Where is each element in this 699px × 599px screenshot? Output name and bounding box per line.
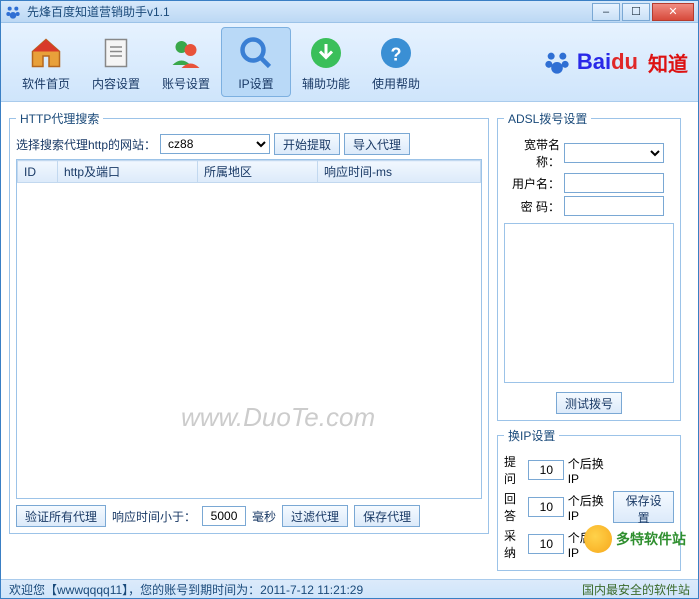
a-suffix: 个后换IP	[568, 492, 609, 523]
ip-change-legend: 换IP设置	[504, 427, 559, 444]
maximize-button[interactable]: ☐	[622, 3, 650, 21]
c-input[interactable]	[528, 534, 564, 554]
brand-du: du	[611, 49, 638, 74]
tab-ip-label: IP设置	[238, 75, 273, 92]
col-region[interactable]: 所属地区	[198, 161, 318, 183]
users-icon	[166, 33, 206, 73]
proxy-table[interactable]: ID http及端口 所属地区 响应时间-ms	[16, 159, 482, 499]
pass-label: 密 码：	[504, 198, 560, 215]
home-icon	[26, 33, 66, 73]
http-proxy-group: HTTP代理搜索 选择搜索代理http的网站： cz88 开始提取 导入代理 I…	[9, 110, 489, 534]
tab-home[interactable]: 软件首页	[11, 27, 81, 97]
help-icon: ?	[376, 33, 416, 73]
start-extract-button[interactable]: 开始提取	[274, 133, 340, 155]
tab-account-label: 账号设置	[162, 75, 210, 92]
svg-text:?: ?	[391, 44, 402, 64]
save-settings-button[interactable]: 保存设置	[613, 491, 674, 523]
site-select[interactable]: cz88	[160, 134, 270, 154]
statusbar: 欢迎您【wwwqqqq11】，您的账号到期时间为：2011-7-12 11:21…	[1, 579, 698, 598]
tab-home-label: 软件首页	[22, 75, 70, 92]
tab-ip[interactable]: IP设置	[221, 27, 291, 97]
content-area: HTTP代理搜索 选择搜索代理http的网站： cz88 开始提取 导入代理 I…	[1, 102, 698, 579]
app-window: 先烽百度知道营销助手v1.1 – ☐ ✕ 软件首页 内容设置 账号设置 IP设置…	[0, 0, 699, 599]
user-input[interactable]	[564, 173, 664, 193]
baidu-paw-icon	[543, 48, 571, 76]
q-input[interactable]	[528, 460, 564, 480]
window-buttons: – ☐ ✕	[592, 3, 694, 21]
close-button[interactable]: ✕	[652, 3, 694, 21]
tab-help[interactable]: ? 使用帮助	[361, 27, 431, 97]
col-http[interactable]: http及端口	[58, 161, 198, 183]
http-proxy-legend: HTTP代理搜索	[16, 110, 103, 127]
brand-bai: Bai	[577, 49, 611, 74]
q-suffix: 个后换IP	[568, 455, 609, 486]
filter-proxy-button[interactable]: 过滤代理	[282, 505, 348, 527]
adsl-log[interactable]	[504, 223, 674, 383]
tab-content-label: 内容设置	[92, 75, 140, 92]
a-input[interactable]	[528, 497, 564, 517]
q-label: 提问	[504, 453, 525, 487]
tab-aux-label: 辅助功能	[302, 75, 350, 92]
document-icon	[96, 33, 136, 73]
save-proxy-button[interactable]: 保存代理	[354, 505, 420, 527]
c-label: 采纳	[504, 527, 525, 561]
import-proxy-button[interactable]: 导入代理	[344, 133, 410, 155]
adsl-group: ADSL拨号设置 宽带名称： 用户名： 密 码： 测试拨号	[497, 110, 681, 421]
duote-text: 多特软件站	[616, 529, 686, 549]
app-icon	[5, 4, 21, 20]
site-label: 选择搜索代理http的网站：	[16, 136, 156, 153]
toolbar: 软件首页 内容设置 账号设置 IP设置 辅助功能 ? 使用帮助 Baidu 知道	[1, 23, 698, 102]
verify-all-button[interactable]: 验证所有代理	[16, 505, 106, 527]
status-left: 欢迎您【wwwqqqq11】，您的账号到期时间为：2011-7-12 11:21…	[9, 581, 363, 598]
search-icon	[236, 33, 276, 73]
bandwidth-select[interactable]	[564, 143, 664, 163]
minimize-button[interactable]: –	[592, 3, 620, 21]
filter-label: 响应时间小于：	[112, 508, 196, 525]
tab-account[interactable]: 账号设置	[151, 27, 221, 97]
titlebar: 先烽百度知道营销助手v1.1 – ☐ ✕	[1, 1, 698, 23]
adsl-legend: ADSL拨号设置	[504, 110, 591, 127]
test-dial-button[interactable]: 测试拨号	[556, 392, 622, 414]
bandwidth-label: 宽带名称：	[504, 136, 560, 170]
col-ping[interactable]: 响应时间-ms	[318, 161, 481, 183]
tab-help-label: 使用帮助	[372, 75, 420, 92]
tab-aux[interactable]: 辅助功能	[291, 27, 361, 97]
col-id[interactable]: ID	[18, 161, 58, 183]
user-label: 用户名：	[504, 175, 560, 192]
duote-watermark: 多特软件站	[584, 525, 686, 553]
brand-logo: Baidu 知道	[543, 48, 688, 77]
filter-unit: 毫秒	[252, 508, 276, 525]
download-icon	[306, 33, 346, 73]
a-label: 回答	[504, 490, 525, 524]
brand-zhidao: 知道	[648, 48, 688, 77]
status-right: 国内最安全的软件站	[582, 581, 690, 598]
pass-input[interactable]	[564, 196, 664, 216]
duote-bird-icon	[584, 525, 612, 553]
tab-content[interactable]: 内容设置	[81, 27, 151, 97]
window-title: 先烽百度知道营销助手v1.1	[27, 3, 592, 20]
filter-ms-input[interactable]	[202, 506, 246, 526]
